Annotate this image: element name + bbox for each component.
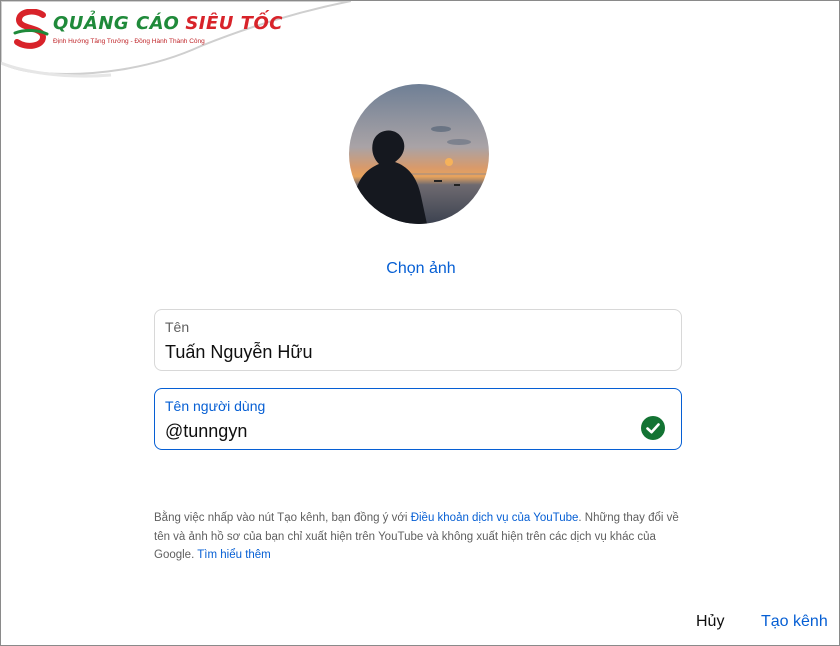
name-input[interactable] — [165, 342, 625, 363]
terms-text-before: Bằng việc nhấp vào nút Tạo kênh, bạn đồn… — [154, 512, 411, 524]
avatar-photo — [349, 84, 489, 224]
terms-notice: Bằng việc nhấp vào nút Tạo kênh, bạn đồn… — [154, 509, 686, 565]
username-field-label: Tên người dùng — [165, 398, 266, 414]
username-field[interactable]: Tên người dùng — [154, 388, 682, 450]
logo-slogan: Định Hướng Tăng Trưởng - Đồng Hành Thành… — [53, 38, 205, 45]
create-channel-button[interactable]: Tạo kênh — [761, 613, 828, 631]
logo-brand-part2: SIÊU TỐC — [185, 13, 283, 34]
logo-wordmark: QUẢNG CÁO SIÊU TỐC — [53, 13, 283, 34]
check-circle-icon — [641, 416, 665, 440]
learn-more-link[interactable]: Tìm hiểu thêm — [197, 549, 271, 561]
name-field[interactable]: Tên — [154, 309, 682, 371]
username-input[interactable] — [165, 421, 625, 442]
dialog-frame: QUẢNG CÁO SIÊU TỐC Định Hướng Tăng Trưởng… — [0, 0, 840, 646]
cancel-button[interactable]: Hủy — [696, 613, 724, 631]
name-field-label: Tên — [165, 319, 190, 335]
logo-brand-part1: QUẢNG CÁO — [53, 13, 180, 34]
tos-link[interactable]: Điều khoản dịch vụ của YouTube — [411, 512, 579, 524]
logo-s-icon — [13, 9, 49, 49]
profile-avatar[interactable] — [349, 84, 489, 224]
choose-photo-link[interactable]: Chọn ảnh — [1, 260, 839, 278]
